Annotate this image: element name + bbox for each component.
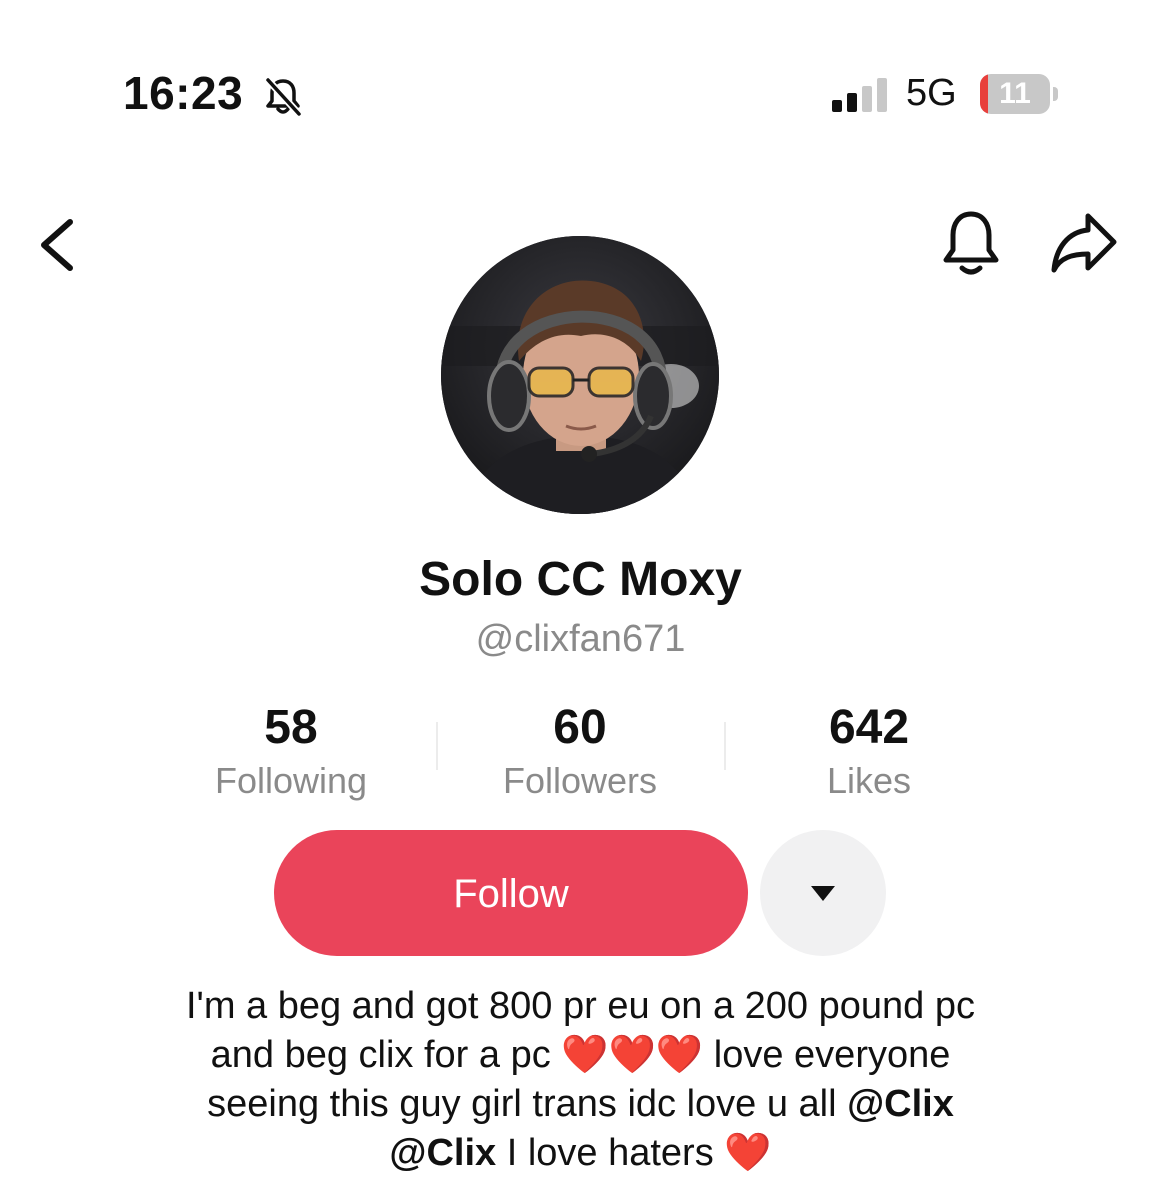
status-time: 16:23 bbox=[123, 67, 244, 119]
stat-label: Likes bbox=[826, 760, 912, 801]
stat-value: 60 bbox=[553, 701, 607, 754]
bio-line: seeing this guy girl trans idc love u al… bbox=[100, 1080, 1061, 1129]
avatar[interactable] bbox=[441, 236, 719, 514]
mention-link[interactable]: @Clix bbox=[389, 1132, 496, 1174]
network-type: 5G bbox=[906, 72, 957, 114]
avatar-image bbox=[441, 236, 719, 514]
stat-likes[interactable]: 642 Likes bbox=[739, 700, 999, 806]
stat-followers[interactable]: 60 Followers bbox=[450, 700, 710, 806]
display-name: Solo CC Moxy bbox=[419, 553, 742, 606]
caret-down-icon bbox=[811, 886, 835, 901]
battery-level: 11 bbox=[999, 77, 1031, 110]
bell-icon[interactable] bbox=[938, 208, 1004, 280]
bio-line: I'm a beg and got 800 pr eu on a 200 pou… bbox=[186, 985, 975, 1027]
stat-value: 58 bbox=[264, 701, 318, 754]
follow-button[interactable]: Follow bbox=[274, 830, 748, 956]
share-arrow-icon[interactable] bbox=[1048, 210, 1120, 276]
stat-label: Followers bbox=[502, 760, 658, 801]
heart-emoji: ❤️ bbox=[724, 1132, 772, 1174]
mention-link[interactable]: @Clix bbox=[847, 1083, 954, 1125]
bio-text: seeing this guy girl trans idc love u al… bbox=[207, 1083, 837, 1125]
bio-text: love everyone bbox=[713, 1034, 951, 1076]
bio-line: and beg clix for a pc ❤️❤️❤️ love everyo… bbox=[100, 1031, 1061, 1080]
battery-nub bbox=[1053, 87, 1058, 101]
cellular-signal-icon bbox=[832, 78, 887, 112]
stat-divider bbox=[436, 722, 438, 770]
stat-label: Following bbox=[214, 760, 368, 801]
battery-body: 11 bbox=[980, 74, 1050, 114]
chevron-left-icon[interactable] bbox=[30, 210, 90, 280]
stat-divider bbox=[724, 722, 726, 770]
bio-line: @Clix I love haters ❤️ bbox=[100, 1129, 1061, 1178]
more-options-button[interactable] bbox=[760, 830, 886, 956]
heart-emoji: ❤️❤️❤️ bbox=[561, 1034, 704, 1076]
bell-slash-icon bbox=[265, 77, 302, 117]
bio: I'm a beg and got 800 pr eu on a 200 pou… bbox=[100, 982, 1061, 1178]
bio-text: I love haters bbox=[506, 1132, 714, 1174]
bio-text: and beg clix for a pc bbox=[210, 1034, 551, 1076]
battery-indicator: 11 bbox=[980, 74, 1062, 114]
username: @clixfan671 bbox=[475, 618, 686, 660]
stat-following[interactable]: 58 Following bbox=[161, 700, 421, 806]
stat-value: 642 bbox=[828, 701, 910, 754]
